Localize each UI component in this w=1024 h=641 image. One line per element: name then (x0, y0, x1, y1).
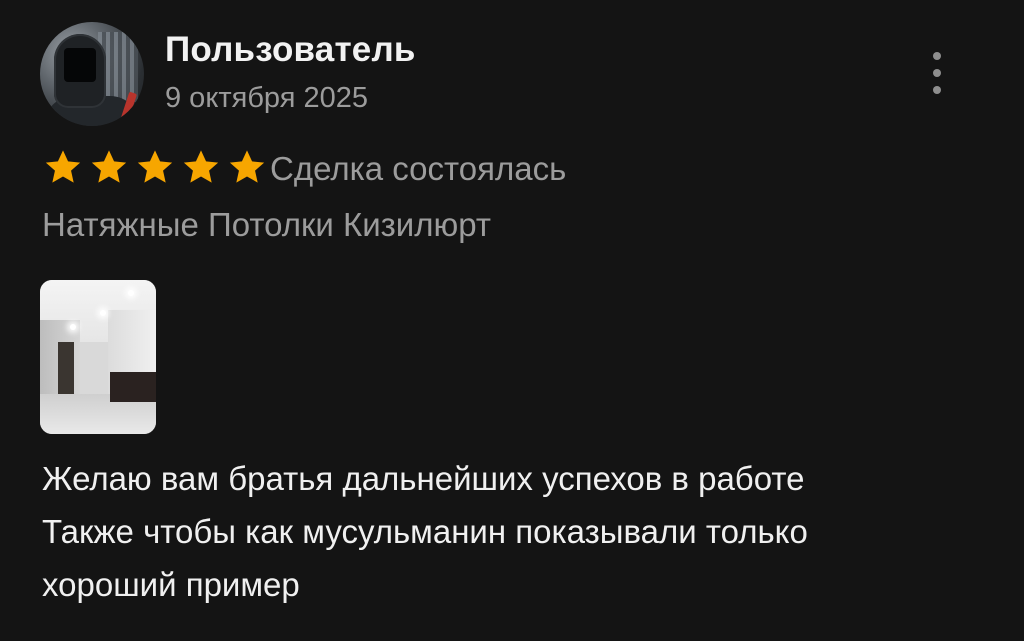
star-icon (226, 146, 268, 188)
photo-lamp (100, 310, 106, 316)
avatar[interactable] (40, 22, 144, 126)
rating-stars (42, 146, 268, 188)
photo-cabinet (110, 372, 156, 402)
star-icon (180, 146, 222, 188)
review-text-line: Желаю вам братья дальнейших успехов в ра… (42, 460, 805, 497)
more-dot (933, 86, 941, 94)
photo-lamp (128, 290, 134, 296)
photo-door (58, 342, 74, 394)
more-dot (933, 69, 941, 77)
user-name[interactable]: Пользователь (165, 30, 416, 70)
star-icon (42, 146, 84, 188)
company-name[interactable]: Натяжные Потолки Кизилюрт (42, 206, 491, 244)
review-text-line: Также чтобы как мусульманин показывали т… (42, 513, 808, 550)
review-text: Желаю вам братья дальнейших успехов в ра… (42, 452, 982, 611)
more-vertical-icon[interactable] (922, 52, 952, 94)
star-icon (88, 146, 130, 188)
review-text-line: хороший пример (42, 566, 300, 603)
photo-lamp (70, 324, 76, 330)
review-photo[interactable] (40, 280, 156, 434)
star-icon (134, 146, 176, 188)
deal-status: Сделка состоялась (270, 150, 567, 187)
helmet-visor (64, 48, 96, 82)
review-date: 9 октября 2025 (165, 82, 368, 114)
more-dot (933, 52, 941, 60)
